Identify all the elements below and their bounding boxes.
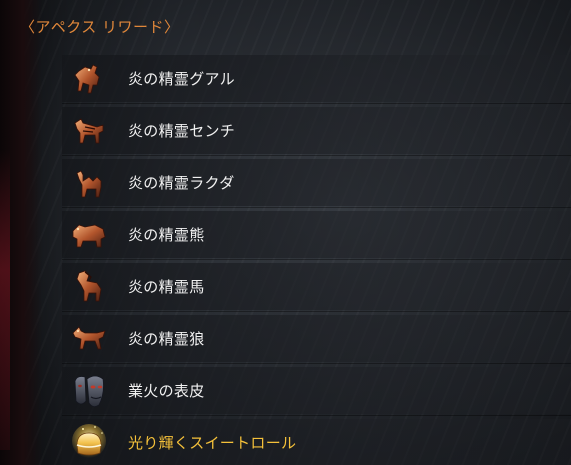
infernal-mask-icon	[66, 368, 112, 414]
reward-label: 業火の表皮	[128, 382, 205, 400]
reward-list: 炎の精霊グアル 炎の精霊センチ 炎の精霊ラクダ 炎の精霊熊 炎の精霊馬 炎の精霊…	[62, 52, 571, 465]
reward-label: 光り輝くスイートロール	[128, 434, 297, 452]
rewards-header: 〈アペクス リワード〉	[20, 18, 180, 36]
fire-spirit-bear-icon	[66, 212, 112, 258]
reward-label: 炎の精霊センチ	[128, 122, 236, 140]
reward-row-camel[interactable]: 炎の精霊ラクダ	[62, 156, 571, 208]
reward-row-sweetroll[interactable]: 光り輝くスイートロール	[62, 416, 571, 465]
reward-row-infernal-skin[interactable]: 業火の表皮	[62, 364, 571, 416]
reward-row-wolf[interactable]: 炎の精霊狼	[62, 312, 571, 364]
fire-spirit-guar-icon	[66, 56, 112, 102]
fire-spirit-wolf-icon	[66, 316, 112, 362]
reward-row-bear[interactable]: 炎の精霊熊	[62, 208, 571, 260]
left-scenery-accent	[0, 150, 10, 450]
reward-label: 炎の精霊ラクダ	[128, 174, 235, 192]
reward-label: 炎の精霊馬	[128, 278, 205, 296]
glowing-sweetroll-icon	[66, 420, 112, 465]
fire-spirit-senche-icon	[66, 108, 112, 154]
reward-row-horse[interactable]: 炎の精霊馬	[62, 260, 571, 312]
reward-label: 炎の精霊熊	[128, 226, 205, 244]
fire-spirit-camel-icon	[66, 160, 112, 206]
fire-spirit-horse-icon	[66, 264, 112, 310]
reward-row-senche[interactable]: 炎の精霊センチ	[62, 104, 571, 156]
reward-label: 炎の精霊狼	[128, 330, 205, 348]
game-scene: 〈アペクス リワード〉 炎の精霊グアル 炎の精霊センチ 炎の精霊ラクダ 炎の精霊…	[0, 0, 571, 465]
reward-row-guar[interactable]: 炎の精霊グアル	[62, 52, 571, 104]
reward-label: 炎の精霊グアル	[128, 70, 235, 88]
